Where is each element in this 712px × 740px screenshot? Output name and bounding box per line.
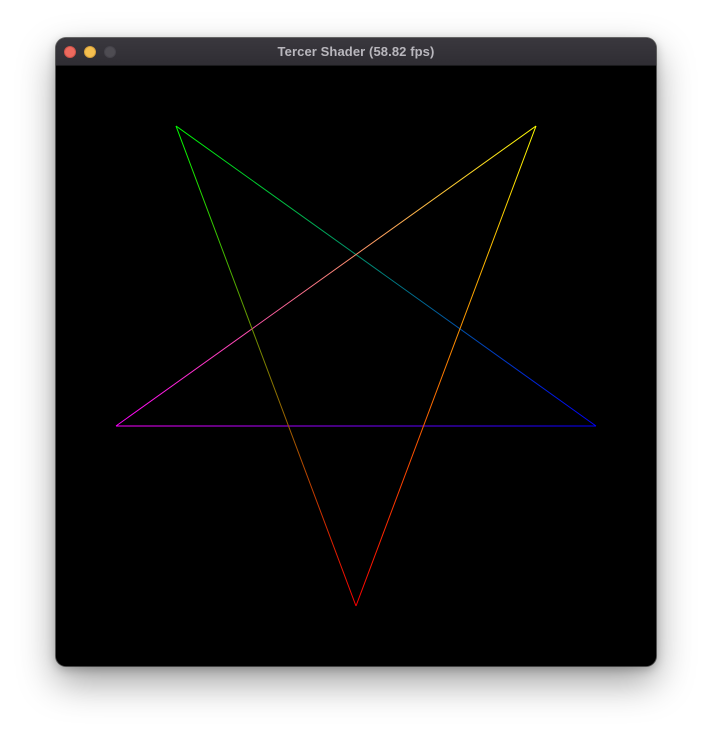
pentagram-render bbox=[115, 125, 597, 607]
shader-viewport[interactable] bbox=[56, 66, 656, 666]
app-window: Tercer Shader (58.82 fps) bbox=[56, 38, 656, 666]
pentagram-edge bbox=[115, 125, 537, 427]
pentagram-edge bbox=[175, 125, 597, 427]
window-title: Tercer Shader (58.82 fps) bbox=[277, 44, 435, 59]
pentagram-edge bbox=[355, 125, 537, 607]
title-bar[interactable]: Tercer Shader (58.82 fps) bbox=[56, 38, 656, 66]
pentagram-edge bbox=[175, 125, 357, 607]
